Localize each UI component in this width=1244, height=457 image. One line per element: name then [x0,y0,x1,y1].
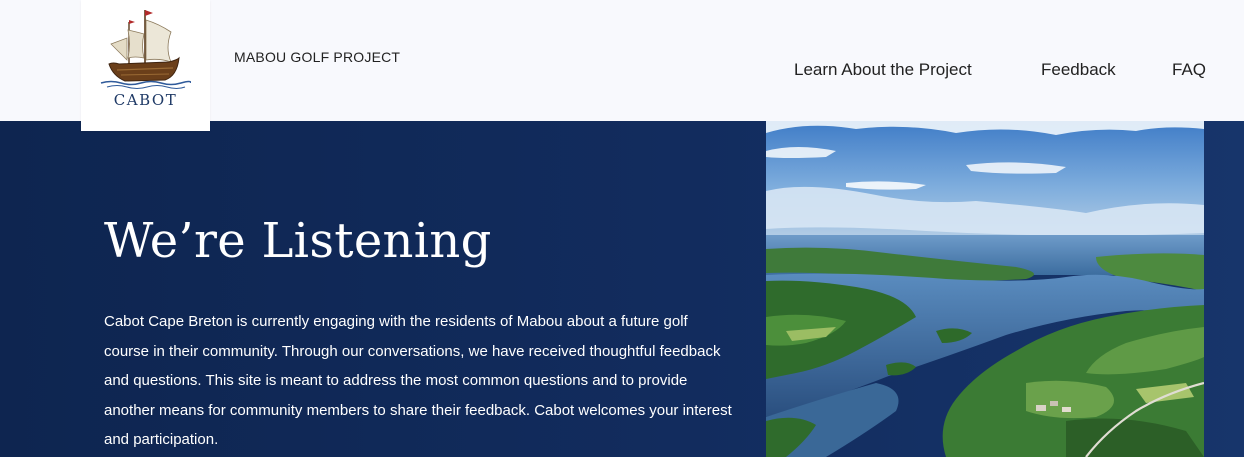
nav-feedback[interactable]: Feedback [1041,60,1116,80]
hero-section: We’re Listening Cabot Cape Breton is cur… [0,121,1244,457]
nav-faq[interactable]: FAQ [1172,60,1206,80]
logo-wordmark: CABOT [113,91,178,109]
cabot-logo-link[interactable]: CABOT [81,0,210,131]
site-header: CABOT MABOU GOLF PROJECT Learn About the… [0,0,1244,131]
aerial-landscape-photo [766,121,1204,457]
hero-description: Cabot Cape Breton is currently engaging … [104,313,732,448]
site-title[interactable]: MABOU GOLF PROJECT [234,49,400,65]
nav-learn-about-project[interactable]: Learn About the Project [794,60,972,80]
hero-title: We’re Listening [104,213,492,269]
ship-logo-icon [100,10,191,90]
